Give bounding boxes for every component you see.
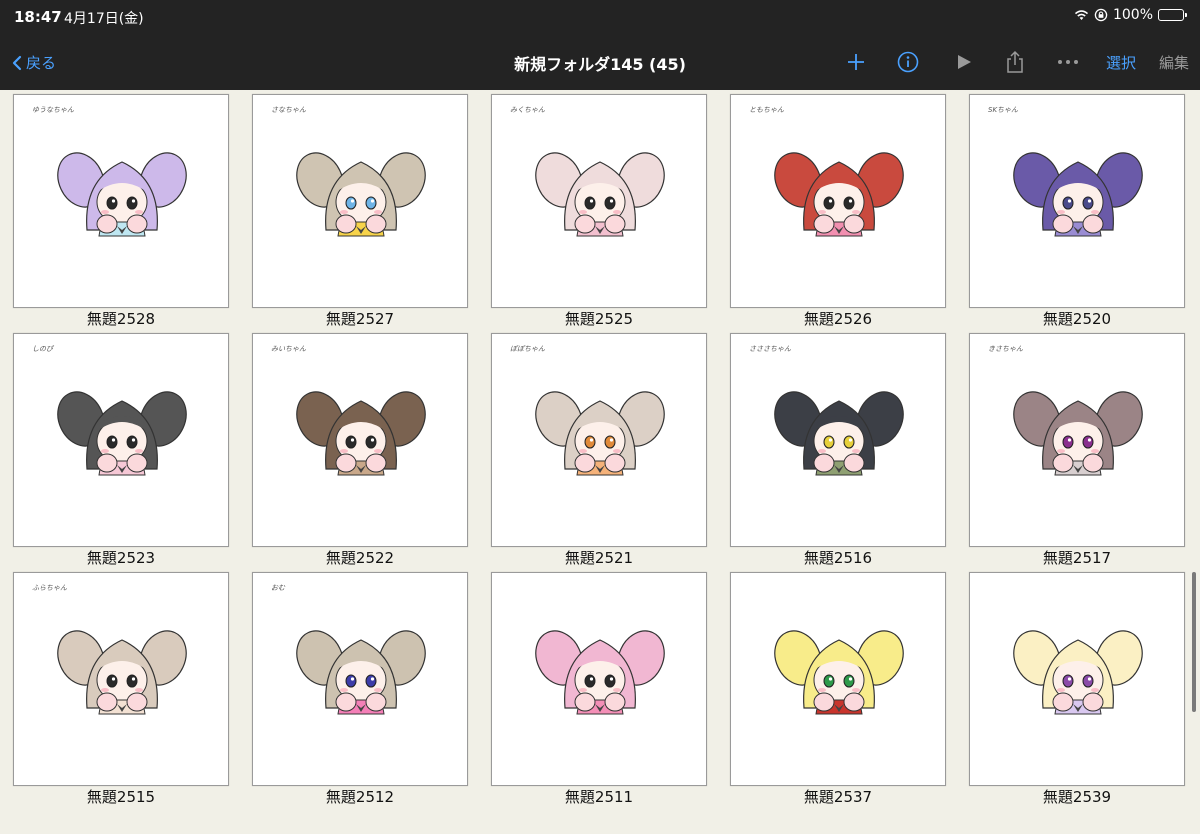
sketch-note: さささちゃん	[749, 345, 791, 353]
artwork-title: 無題2512	[325, 788, 395, 806]
artwork-thumbnail[interactable]	[969, 572, 1185, 786]
character-illustration	[535, 391, 665, 476]
artwork-title: 無題2522	[325, 549, 395, 567]
more-button[interactable]	[1055, 47, 1081, 77]
sketch-note: さなちゃん	[271, 106, 306, 114]
character-illustration	[774, 152, 904, 237]
artwork-thumbnail[interactable]	[730, 572, 946, 786]
character-illustration	[296, 391, 426, 476]
artwork-title: 無題2520	[1042, 310, 1112, 328]
artwork-thumbnail[interactable]: ゆうなちゃん	[13, 94, 229, 308]
artwork-thumbnail[interactable]: おむ	[252, 572, 468, 786]
artwork-thumbnail[interactable]	[491, 572, 707, 786]
sketch-note: しのぴ	[32, 345, 53, 353]
share-icon	[1007, 50, 1023, 73]
artwork-title: 無題2523	[86, 549, 156, 567]
artwork-item[interactable]: SKちゃん 無題2520	[969, 90, 1185, 330]
orientation-lock-icon	[1094, 8, 1108, 22]
artwork-item[interactable]: 無題2537	[730, 568, 946, 808]
folder-title: 新規フォルダ145 (45)	[514, 55, 686, 74]
artwork-item[interactable]: ふらちゃん 無題2515	[13, 568, 229, 808]
sketch-note: ともちゃん	[749, 106, 784, 114]
artwork-thumbnail[interactable]: きさちゃん	[969, 333, 1185, 547]
play-button[interactable]	[951, 47, 977, 77]
artwork-title: 無題2537	[803, 788, 873, 806]
sketch-note: おむ	[271, 584, 285, 592]
artwork-thumbnail[interactable]: SKちゃん	[969, 94, 1185, 308]
share-button[interactable]	[1002, 47, 1028, 77]
character-illustration	[1013, 630, 1143, 715]
artwork-title: 無題2527	[325, 310, 395, 328]
artwork-item[interactable]: ともちゃん 無題2526	[730, 90, 946, 330]
artwork-item[interactable]: さなちゃん 無題2527	[252, 90, 468, 330]
sketch-note: みいちゃん	[271, 345, 306, 353]
artwork-title: 無題2521	[564, 549, 634, 567]
artwork-title: 無題2515	[86, 788, 156, 806]
artwork-title: 無題2517	[1042, 549, 1112, 567]
play-icon	[958, 55, 971, 69]
artwork-thumbnail[interactable]: しのぴ	[13, 333, 229, 547]
sketch-note: みくちゃん	[510, 106, 545, 114]
character-illustration	[1013, 391, 1143, 476]
artwork-title: 無題2516	[803, 549, 873, 567]
edit-button[interactable]: 編集	[1156, 47, 1192, 77]
character-illustration	[1013, 152, 1143, 237]
back-button[interactable]: 戻る	[12, 52, 56, 73]
character-illustration	[57, 152, 187, 237]
ellipsis-icon	[1058, 60, 1078, 64]
sketch-note: きさちゃん	[988, 345, 1023, 353]
artwork-title: 無題2525	[564, 310, 634, 328]
battery-percent: 100%	[1112, 7, 1153, 23]
plus-icon	[848, 54, 864, 70]
character-illustration	[57, 391, 187, 476]
add-button[interactable]	[843, 47, 869, 77]
artwork-thumbnail[interactable]: ともちゃん	[730, 94, 946, 308]
artwork-item[interactable]: みくちゃん 無題2525	[491, 90, 707, 330]
artwork-title: 無題2526	[803, 310, 873, 328]
character-illustration	[57, 630, 187, 715]
character-illustration	[774, 630, 904, 715]
artwork-item[interactable]: ゆうなちゃん 無題2528	[13, 90, 229, 330]
character-illustration	[535, 630, 665, 715]
nav-bar: 戻る 新規フォルダ145 (45) 選択 編集	[0, 36, 1200, 90]
sketch-note: ゆうなちゃん	[32, 106, 74, 114]
character-illustration	[296, 152, 426, 237]
info-icon	[897, 51, 919, 73]
info-button[interactable]	[895, 47, 921, 77]
artwork-item[interactable]: さささちゃん 無題2516	[730, 329, 946, 569]
artwork-item[interactable]: おむ 無題2512	[252, 568, 468, 808]
status-date: 4月17日(金)	[64, 11, 144, 27]
sketch-note: SKちゃん	[988, 106, 1019, 114]
wifi-icon	[1074, 10, 1088, 20]
sketch-note: ぽぽちゃん	[510, 345, 545, 353]
artwork-item[interactable]: みいちゃん 無題2522	[252, 329, 468, 569]
artwork-item[interactable]: 無題2539	[969, 568, 1185, 808]
artwork-item[interactable]: ぽぽちゃん 無題2521	[491, 329, 707, 569]
artwork-thumbnail[interactable]: さなちゃん	[252, 94, 468, 308]
artwork-thumbnail[interactable]: ぽぽちゃん	[491, 333, 707, 547]
artwork-title: 無題2511	[564, 788, 634, 806]
battery-icon	[1158, 9, 1187, 21]
sketch-note: ふらちゃん	[32, 584, 67, 592]
artwork-thumbnail[interactable]: さささちゃん	[730, 333, 946, 547]
artwork-thumbnail[interactable]: ふらちゃん	[13, 572, 229, 786]
artwork-item[interactable]: きさちゃん 無題2517	[969, 329, 1185, 569]
back-label: 戻る	[26, 54, 57, 72]
status-time: 18:47	[14, 8, 62, 26]
artwork-item[interactable]: 無題2511	[491, 568, 707, 808]
select-button[interactable]: 選択	[1103, 47, 1139, 77]
artwork-title: 無題2539	[1042, 788, 1112, 806]
character-illustration	[296, 630, 426, 715]
chevron-left-icon	[12, 55, 22, 70]
artwork-thumbnail[interactable]: みくちゃん	[491, 94, 707, 308]
artwork-thumbnail[interactable]: みいちゃん	[252, 333, 468, 547]
artwork-title: 無題2528	[86, 310, 156, 328]
character-illustration	[774, 391, 904, 476]
artwork-item[interactable]: しのぴ 無題2523	[13, 329, 229, 569]
character-illustration	[535, 152, 665, 237]
status-bar: 18:47 4月17日(金) 100%	[0, 0, 1200, 36]
scrollbar[interactable]	[1192, 572, 1196, 712]
status-right: 100%	[1074, 7, 1187, 23]
